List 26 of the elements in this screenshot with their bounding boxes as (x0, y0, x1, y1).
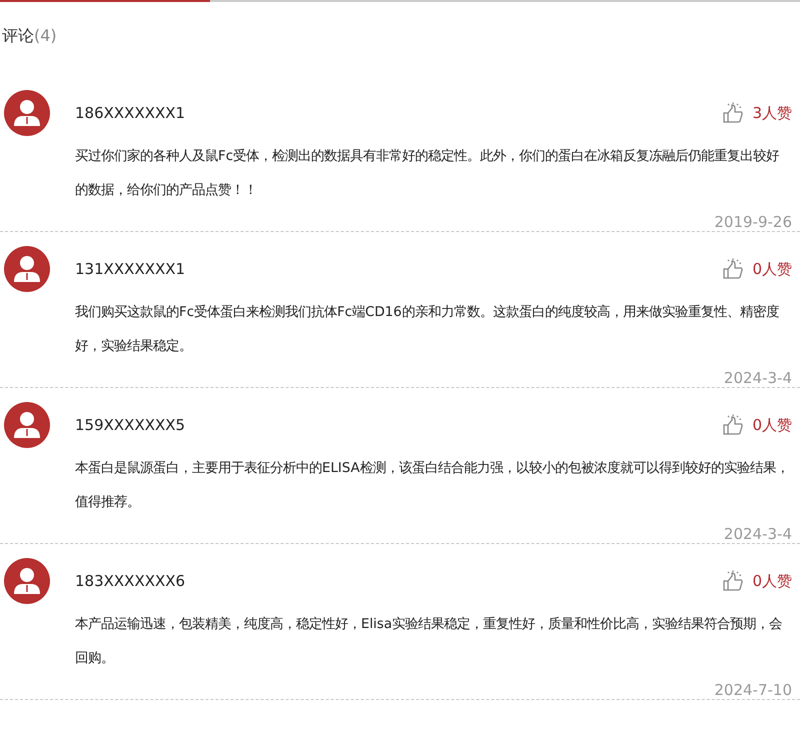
comment-date: 2024-7-10 (714, 680, 792, 700)
username: 183XXXXXXX6 (75, 572, 186, 590)
username: 186XXXXXXX1 (75, 104, 186, 122)
comment-date: 2024-3-4 (724, 524, 792, 544)
avatar-icon (4, 402, 50, 448)
comment-text: 本蛋白是鼠源蛋白，主要用于表征分析中的ELISA检测，该蛋白结合能力强，以较小的包被浓度就可以得到较好的实验结果，值得推荐。 (75, 460, 790, 512)
thumbs-up-icon (722, 570, 744, 592)
username: 159XXXXXXX5 (75, 416, 186, 434)
thumbs-up-icon (722, 102, 744, 124)
like-button[interactable]: 0人赞 (722, 258, 792, 280)
avatar-icon (4, 558, 50, 604)
comment-text: 买过你们家的各种人及鼠Fc受体，检测出的数据具有非常好的稳定性。此外，你们的蛋白在冰箱反复冻融后仍能重复出较好的数据，给你们的产品点赞！！ (75, 148, 780, 200)
comment-text: 本产品运输迅速，包装精美，纯度高，稳定性好，Elisa实验结果稳定，重复性好，质量和性价比高，实验结果符合预期，会回购。 (75, 616, 784, 668)
avatar-icon (4, 90, 50, 136)
like-button[interactable]: 0人赞 (722, 570, 792, 592)
comment-text: 我们购买这款鼠的Fc受体蛋白来检测我们抗体Fc端CD16的亲和力常数。这款蛋白的纯度较高，用来做实验重复性、精密度好，实验结果稳定。 (75, 304, 780, 356)
comment-date: 2019-9-26 (714, 212, 792, 232)
avatar-icon (4, 246, 50, 292)
comment-count: (4) (34, 26, 57, 45)
thumbs-up-icon (722, 414, 744, 436)
username: 131XXXXXXX1 (75, 260, 186, 278)
comment-date: 2024-3-4 (724, 368, 792, 388)
thumbs-up-icon (722, 258, 744, 280)
like-button[interactable]: 0人赞 (722, 414, 792, 436)
like-button[interactable]: 3人赞 (722, 102, 792, 124)
section-title: 评论 (2, 26, 34, 45)
